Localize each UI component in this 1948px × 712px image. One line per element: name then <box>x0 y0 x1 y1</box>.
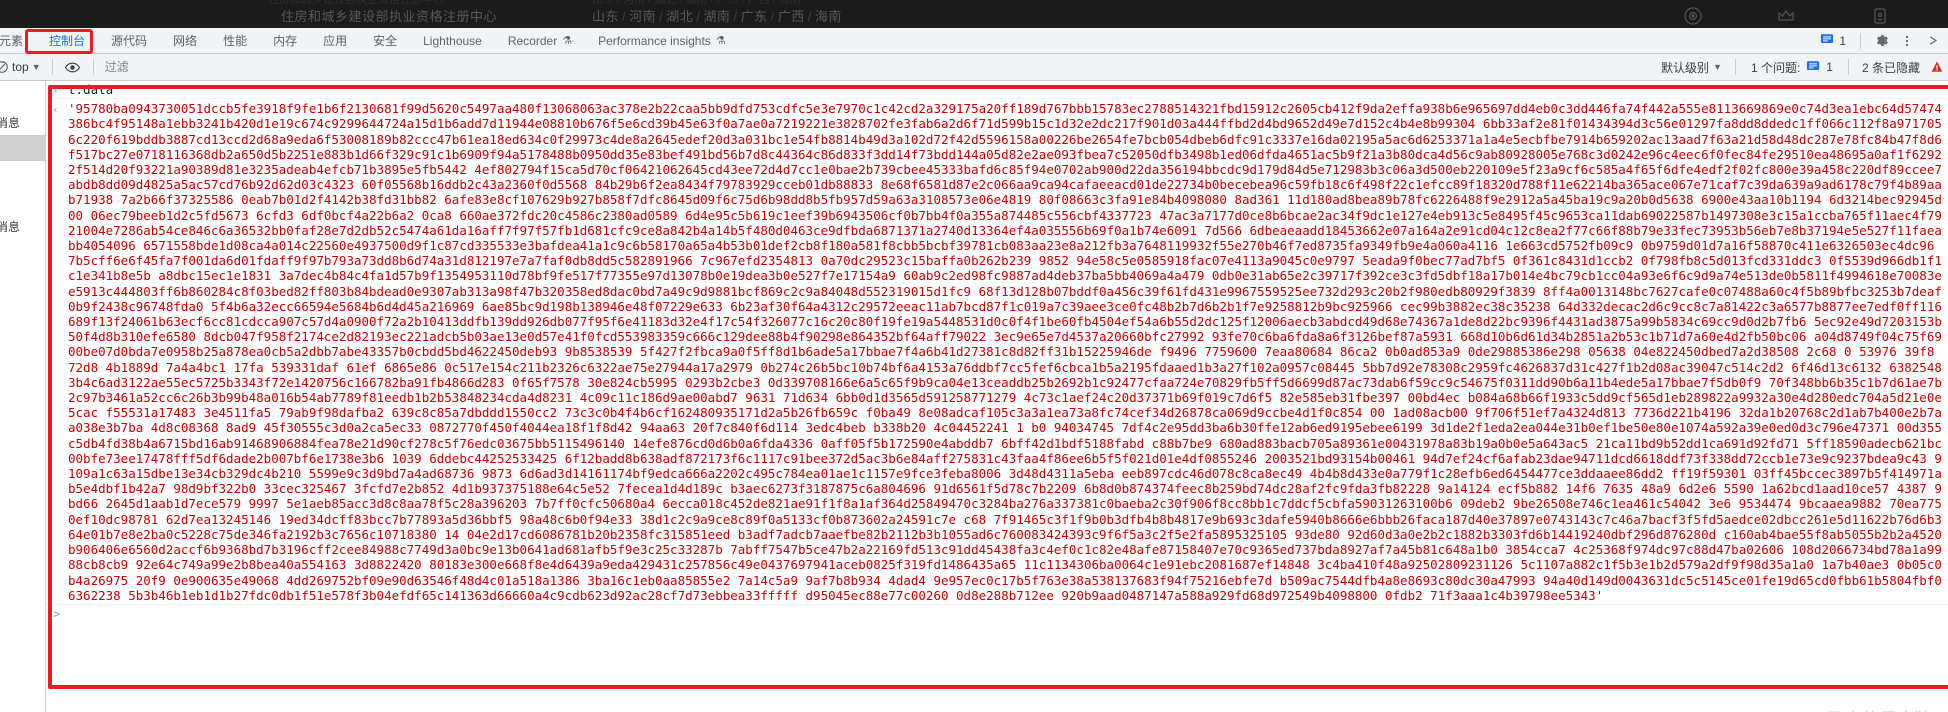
message-bubble-icon <box>1820 32 1834 49</box>
console-result-row: ‹ '95780ba0943730051dccb5fe3918f9fe1b6f2… <box>46 99 1948 605</box>
banner-region[interactable]: 河南 <box>629 9 656 24</box>
tab-label: 安全 <box>373 34 398 48</box>
experiment-flask-icon: ⚗ <box>562 35 573 47</box>
tab-application[interactable]: 应用 <box>310 28 360 53</box>
sidebar-item-verbose[interactable]: 详细消息 <box>0 213 45 239</box>
tab-label: 应用 <box>323 34 348 48</box>
banner-icon-group <box>1308 2 1948 28</box>
execution-context-selector[interactable]: top ▼ <box>8 60 45 74</box>
console-prompt-row[interactable]: > <box>46 605 1948 625</box>
sidebar-item-label: 详细消息 <box>0 219 21 234</box>
tab-recorder[interactable]: Recorder ⚗ <box>495 28 585 53</box>
filter-input[interactable] <box>102 57 1654 77</box>
message-count-button[interactable]: 1 <box>1815 31 1853 50</box>
issues-label: 1 个问题: <box>1750 60 1801 75</box>
tab-performance-insights[interactable]: Performance insights ⚗ <box>585 28 739 53</box>
close-icon[interactable] <box>1920 30 1946 52</box>
issues-button[interactable]: 1 个问题: 1 <box>1743 59 1841 76</box>
message-count-label: 1 <box>1839 33 1846 48</box>
console-settings-icon[interactable] <box>1926 56 1948 78</box>
sidebar-item-errors[interactable]: 错误 <box>0 135 45 161</box>
execution-context-label: top <box>12 60 29 74</box>
tab-label: Performance insights <box>598 33 711 48</box>
region-separator: / <box>659 9 664 24</box>
chevron-down-icon: ▼ <box>31 61 41 72</box>
tab-security[interactable]: 安全 <box>360 28 410 53</box>
crown-icon[interactable] <box>1776 6 1796 26</box>
banner-title: 住房和城乡建设部执业资格注册中心 <box>281 9 498 24</box>
sidebar-item-info[interactable]: 信息 <box>0 187 45 213</box>
tab-sources[interactable]: 源代码 <box>98 28 160 53</box>
target-icon[interactable] <box>1683 6 1703 26</box>
banner-region[interactable]: 山东 <box>592 9 619 24</box>
console-message-list[interactable]: › t.data ‹ '95780ba0943730051dccb5fe3918… <box>46 81 1948 712</box>
devtools-tabstrip: 元素 控制台 源代码 网络 性能 内存 应用 安全 Lighthouse Recorder ⚗ Per… <box>0 28 1948 54</box>
banner-regions: 山东 / 河南 / 湖北 / 湖南 / 广东 / 广西 / 海南 <box>592 6 842 25</box>
csdn-watermark: CSDN @马虎的程序猿 <box>1754 705 1932 712</box>
tab-label: 元素 <box>0 34 24 48</box>
region-separator: / <box>622 9 627 24</box>
sidebar-item-label: 用户消息 <box>0 115 21 130</box>
tab-memory[interactable]: 内存 <box>260 28 310 53</box>
live-expressions-eye-icon[interactable] <box>60 55 86 79</box>
tab-label: Lighthouse <box>423 33 482 48</box>
region-separator: / <box>807 9 812 24</box>
console-result-value: '95780ba0943730051dccb5fe3918f9fe1b6f213… <box>68 101 1942 603</box>
banner-region[interactable]: 湖南 <box>703 9 730 24</box>
message-bubble-icon <box>1806 59 1820 76</box>
sidebar-item-messages[interactable]: 消息 <box>0 83 45 109</box>
devtools-toolbar-right: 1 <box>1815 28 1948 53</box>
tab-network[interactable]: 网络 <box>160 28 210 53</box>
document-icon[interactable] <box>1870 6 1890 26</box>
site-banner: 住房和城乡建设部执业资格注册中心 山东 / 河南 / 湖北 / 湖南 / 广东 … <box>0 0 1948 28</box>
banner-region[interactable]: 广东 <box>741 9 768 24</box>
console-input-expression: t.data <box>68 82 114 97</box>
result-chevron-icon: ‹ <box>52 103 59 117</box>
console-sidebar: 消息用户消息错误警告信息详细消息 <box>0 81 46 712</box>
banner-region[interactable]: 湖北 <box>666 9 693 24</box>
devtools-tab-list: 元素 控制台 源代码 网络 性能 内存 应用 安全 Lighthouse Recorder ⚗ Per… <box>0 28 739 53</box>
experiment-flask-icon: ⚗ <box>715 35 726 47</box>
tab-label: 性能 <box>223 34 248 48</box>
banner-region[interactable]: 广西 <box>778 9 805 24</box>
console-input-row: › t.data <box>46 81 1948 100</box>
kebab-menu-icon[interactable] <box>1894 30 1920 52</box>
gear-icon[interactable] <box>1868 30 1894 52</box>
console-filter-bar: top ▼ 默认级别 ▼ 1 个问题: 1 2 条已隐藏 <box>0 54 1948 81</box>
input-chevron-icon: › <box>52 84 59 97</box>
tab-label: 控制台 <box>49 34 86 48</box>
sidebar-item-user-messages[interactable]: 用户消息 <box>0 109 45 135</box>
chevron-down-icon: ▼ <box>1713 61 1722 72</box>
tab-label: Recorder <box>507 33 558 48</box>
filterbar-divider-2 <box>92 59 94 75</box>
sidebar-item-warnings[interactable]: 警告 <box>0 161 45 187</box>
tab-label: 内存 <box>273 34 298 48</box>
tab-lighthouse[interactable]: Lighthouse <box>410 28 495 53</box>
tab-elements[interactable]: 元素 <box>0 28 36 53</box>
log-level-label: 默认级别 <box>1661 60 1710 75</box>
toolbar-divider <box>1860 32 1861 49</box>
region-separator: / <box>770 9 775 24</box>
issues-count: 1 <box>1826 60 1833 74</box>
filterbar-divider-4 <box>1847 59 1849 75</box>
prompt-chevron-icon: > <box>53 606 61 621</box>
filterbar-divider-3 <box>1734 59 1736 75</box>
region-separator: / <box>733 9 738 24</box>
filterbar-divider-1 <box>51 59 53 75</box>
tab-label: 网络 <box>173 34 198 48</box>
tab-performance[interactable]: 性能 <box>210 28 260 53</box>
region-separator: / <box>696 9 701 24</box>
tab-label: 源代码 <box>111 34 148 48</box>
log-level-selector[interactable]: 默认级别 ▼ <box>1655 59 1728 76</box>
hidden-messages-label[interactable]: 2 条已隐藏 <box>1856 59 1926 76</box>
console-body: 消息用户消息错误警告信息详细消息 › t.data ‹ '95780ba0943… <box>0 81 1948 712</box>
banner-region[interactable]: 海南 <box>815 9 842 24</box>
tab-console[interactable]: 控制台 <box>36 28 98 53</box>
